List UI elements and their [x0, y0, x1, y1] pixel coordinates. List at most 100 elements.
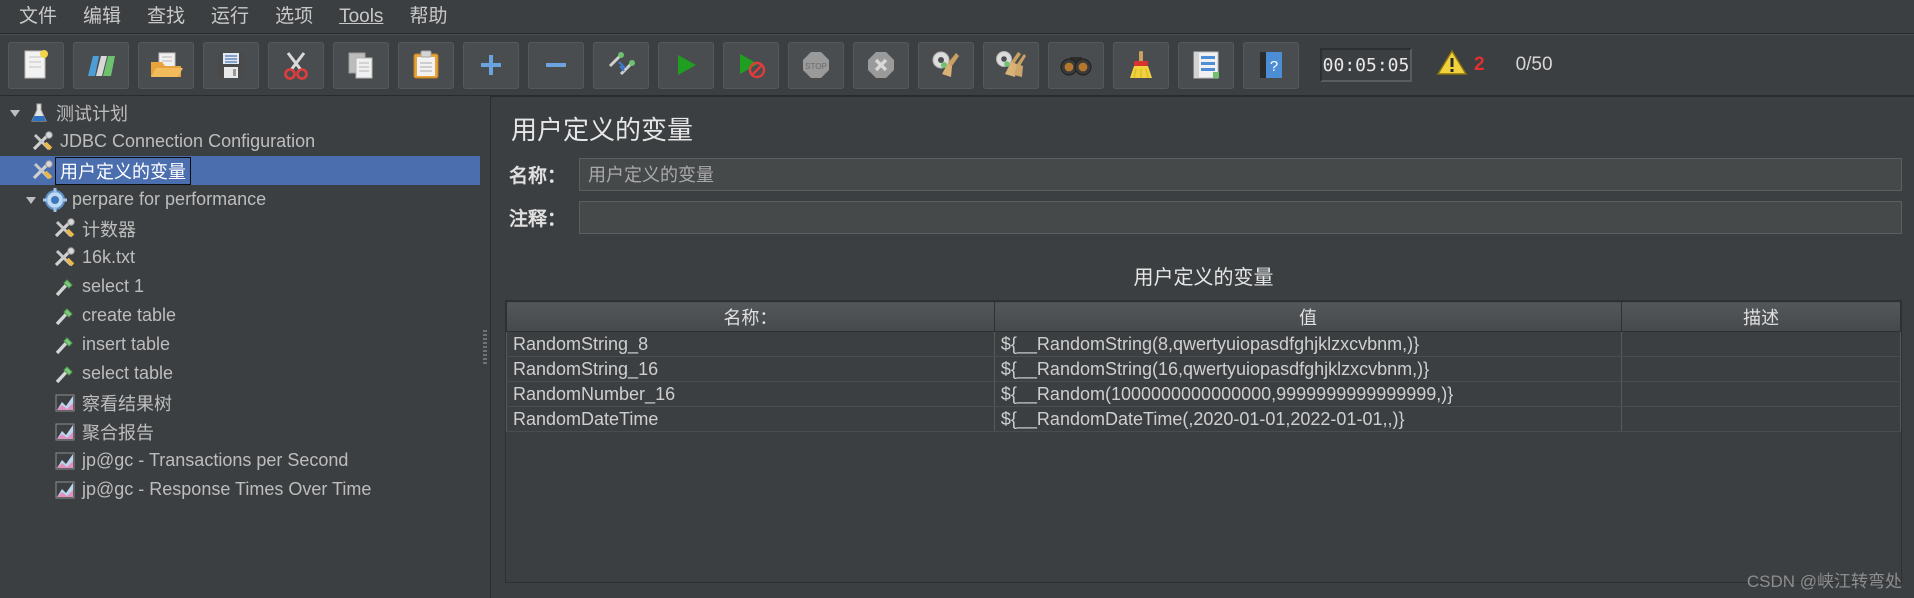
- menu-run[interactable]: 运行: [198, 3, 262, 30]
- cell-description[interactable]: [1621, 381, 1901, 407]
- menu-tools[interactable]: Tools: [326, 3, 396, 30]
- cell-description[interactable]: [1621, 406, 1901, 432]
- test-plan-icon: [26, 102, 52, 124]
- cell-value[interactable]: ${__RandomString(8,qwertyuiopasdfghjklzx…: [993, 331, 1623, 357]
- menu-help[interactable]: 帮助: [396, 3, 460, 30]
- config-element-icon: [30, 159, 56, 182]
- tree-node-response-times-over-time[interactable]: jp@gc - Response Times Over Time: [0, 475, 480, 504]
- comment-label: 注释：: [509, 208, 567, 230]
- help-button[interactable]: ?: [1243, 41, 1299, 89]
- minus-icon: [542, 51, 570, 79]
- new-button[interactable]: [8, 41, 64, 89]
- tree-node-test-plan[interactable]: 测试计划: [0, 98, 480, 127]
- split-divider-grip[interactable]: [483, 330, 487, 364]
- cell-description[interactable]: [1621, 356, 1901, 382]
- table-row[interactable]: RandomDateTime ${__RandomDateTime(,2020-…: [506, 406, 1901, 432]
- comment-row: 注释：: [505, 200, 1902, 234]
- config-element-icon: [30, 130, 56, 153]
- copy-button[interactable]: [333, 41, 389, 89]
- clear-button[interactable]: [918, 41, 974, 89]
- name-input[interactable]: 用户定义的变量: [579, 157, 1902, 191]
- collapse-button[interactable]: [528, 41, 584, 89]
- tree-node-label: 用户定义的变量: [55, 156, 191, 185]
- cell-description[interactable]: [1621, 331, 1901, 357]
- templates-icon: [85, 50, 117, 80]
- menu-bar: 文件 编辑 查找 运行 选项 Tools 帮助: [0, 0, 1914, 34]
- tree-node-label: select table: [82, 363, 174, 383]
- column-header-value[interactable]: 值: [993, 301, 1623, 332]
- cell-value[interactable]: ${__RandomDateTime(,2020-01-01,2022-01-0…: [993, 406, 1623, 432]
- stop-icon: STOP: [801, 50, 831, 80]
- tree-node-insert-table[interactable]: insert table: [0, 330, 480, 359]
- tree-node-counter[interactable]: 计数器: [0, 214, 480, 243]
- table-row[interactable]: RandomString_8 ${__RandomString(8,qwerty…: [506, 331, 1901, 357]
- tree-node-transactions-per-second[interactable]: jp@gc - Transactions per Second: [0, 446, 480, 475]
- variables-table-title: 用户定义的变量: [1133, 267, 1274, 289]
- tree-node-label: 察看结果树: [82, 393, 172, 414]
- svg-text:STOP: STOP: [805, 62, 827, 71]
- shutdown-button[interactable]: [853, 41, 909, 89]
- menu-edit[interactable]: 编辑: [70, 3, 134, 30]
- tree-node-label: jp@gc - Transactions per Second: [82, 450, 349, 470]
- tree-node-jdbc-connection-configuration[interactable]: JDBC Connection Configuration: [0, 127, 480, 156]
- function-helper-button[interactable]: [1178, 41, 1234, 89]
- cut-button[interactable]: [268, 41, 324, 89]
- column-header-description[interactable]: 描述: [1621, 301, 1901, 332]
- save-button[interactable]: [203, 41, 259, 89]
- cell-value[interactable]: ${__RandomString(16,qwertyuiopasdfghjklz…: [993, 356, 1623, 382]
- reset-search-button[interactable]: [1113, 41, 1169, 89]
- warning-indicator[interactable]: 2: [1436, 49, 1485, 81]
- cell-name[interactable]: RandomString_8: [506, 331, 995, 357]
- tree-node-label: JDBC Connection Configuration: [60, 131, 316, 151]
- tree-node-aggregate-report[interactable]: 聚合报告: [0, 417, 480, 446]
- tree-node-view-results-tree[interactable]: 察看结果树: [0, 388, 480, 417]
- tree-node-create-table[interactable]: create table: [0, 301, 480, 330]
- column-header-name[interactable]: 名称：: [506, 301, 995, 332]
- chevron-down-icon[interactable]: [4, 106, 26, 120]
- paste-button[interactable]: [398, 41, 454, 89]
- tree-node-label: insert table: [82, 334, 171, 354]
- warning-count: 2: [1474, 54, 1485, 75]
- variables-table[interactable]: 名称： 值 描述 RandomString_8 ${__RandomString…: [506, 301, 1901, 432]
- templates-button[interactable]: [73, 41, 129, 89]
- tree-node-select-1[interactable]: select 1: [0, 272, 480, 301]
- stop-button[interactable]: STOP: [788, 41, 844, 89]
- menu-options[interactable]: 选项: [262, 3, 326, 30]
- toolbar: STOP ? 00:05:05 2 0/50: [0, 34, 1914, 96]
- sampler-icon: [52, 363, 78, 385]
- sampler-icon: [52, 276, 78, 298]
- comment-input[interactable]: [579, 200, 1902, 234]
- start-no-pauses-button[interactable]: [723, 41, 779, 89]
- search-button[interactable]: [1048, 41, 1104, 89]
- menu-file[interactable]: 文件: [6, 3, 70, 30]
- page-title: 用户定义的变量: [511, 115, 694, 145]
- open-button[interactable]: [138, 41, 194, 89]
- menu-search[interactable]: 查找: [134, 3, 198, 30]
- clear-all-button[interactable]: [983, 41, 1039, 89]
- tree-node-user-defined-variables[interactable]: 用户定义的变量: [0, 156, 480, 185]
- tree-node-perpare-for-performance[interactable]: perpare for performance: [0, 185, 480, 214]
- expand-button[interactable]: [463, 41, 519, 89]
- svg-text:?: ?: [1270, 58, 1278, 75]
- split-divider[interactable]: [480, 96, 490, 598]
- tree-node-select-table[interactable]: select table: [0, 359, 480, 388]
- name-label: 名称：: [509, 165, 567, 187]
- plus-icon: [477, 51, 505, 79]
- toggle-button[interactable]: [593, 41, 649, 89]
- chevron-down-icon[interactable]: [20, 193, 42, 207]
- new-file-icon: [21, 49, 51, 81]
- table-row[interactable]: RandomNumber_16 ${__Random(1000000000000…: [506, 381, 1901, 407]
- cell-value[interactable]: ${__Random(1000000000000000,999999999999…: [993, 381, 1623, 407]
- table-row[interactable]: RandomString_16 ${__RandomString(16,qwer…: [506, 356, 1901, 382]
- cell-name[interactable]: RandomNumber_16: [506, 381, 995, 407]
- table-empty-area[interactable]: [506, 432, 1901, 582]
- watermark: CSDN @峡江转弯处: [1746, 572, 1902, 591]
- tree-node-label: 计数器: [82, 219, 136, 240]
- tree-node-16k-txt[interactable]: 16k.txt: [0, 243, 480, 272]
- jmeter-window: 文件 编辑 查找 运行 选项 Tools 帮助 STOP ? 00:05:05 …: [0, 0, 1914, 598]
- test-plan-tree[interactable]: 测试计划 JDBC Connection Configuration 用户定义的…: [0, 96, 480, 598]
- start-button[interactable]: [658, 41, 714, 89]
- cell-name[interactable]: RandomDateTime: [506, 406, 995, 432]
- cell-name[interactable]: RandomString_16: [506, 356, 995, 382]
- elapsed-timer: 00:05:05: [1320, 48, 1412, 82]
